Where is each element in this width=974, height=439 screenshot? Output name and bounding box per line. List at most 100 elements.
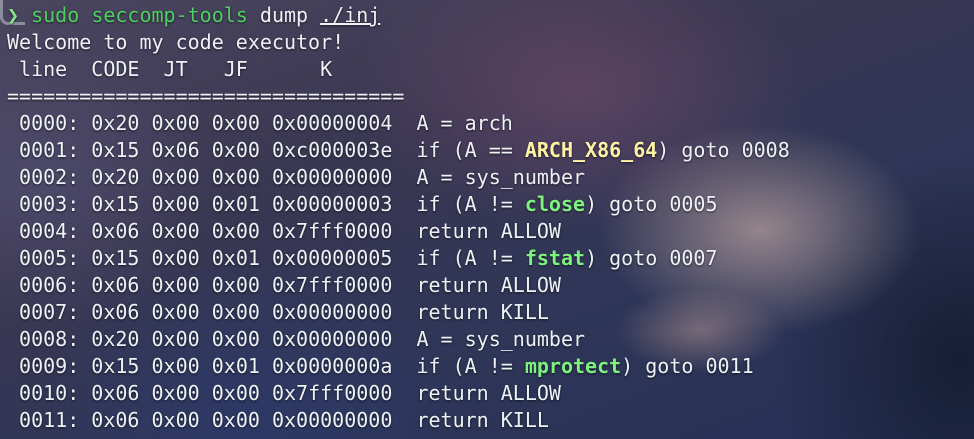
instruction-address: 0003: [7,192,80,216]
instruction-code: 0x06 [91,300,140,324]
instruction-address: 0004: [7,219,80,243]
instruction-jf: 0x00 [211,273,260,297]
instruction-address: 0011: [7,408,80,432]
tool-command: seccomp-tools [91,3,248,27]
instruction-description: return ALLOW [416,273,561,297]
instruction-k: 0x00000003 [271,192,393,216]
instruction-k: 0x00000000 [271,300,393,324]
instruction-k: 0x00000000 [271,408,393,432]
instruction-jt: 0x00 [151,165,200,189]
instruction-jf: 0x01 [211,192,260,216]
terminal-window[interactable]: ❯ sudo seccomp-tools dump ./inj Welcome … [0,0,974,439]
instruction-description: if (A != [416,354,525,378]
instruction-jf: 0x00 [211,408,260,432]
instruction-jt: 0x00 [151,111,200,135]
instruction-address: 0000: [7,111,80,135]
instruction-code: 0x15 [91,246,140,270]
instruction-jf: 0x00 [211,111,260,135]
welcome-message: Welcome to my code executor! [7,30,345,54]
prompt-arrow-icon: ❯ [7,3,20,27]
instruction-jump: ) goto 0008 [657,138,790,162]
instruction-jf: 0x00 [211,381,260,405]
instruction-k: 0x7fff0000 [271,273,393,297]
instruction-k: 0x00000000 [271,165,393,189]
instruction-code: 0x20 [91,165,140,189]
instruction-description: if (A != [416,192,525,216]
instruction-address: 0005: [7,246,80,270]
instruction-description: if (A == [416,138,525,162]
instruction-jump: ) goto 0011 [621,354,754,378]
table-header: line CODE JT JF K [7,57,333,81]
bpf-instruction-row: 0010: 0x06 0x00 0x00 0x7fff0000 return A… [7,380,561,407]
subcommand: dump [259,3,309,27]
instruction-address: 0006: [7,273,80,297]
instruction-jt: 0x06 [151,138,200,162]
instruction-address: 0009: [7,354,80,378]
syscall-name: close [524,192,586,216]
instruction-jt: 0x00 [151,408,200,432]
target-path-link[interactable]: ./inj [320,3,380,27]
instruction-description: A = sys_number [416,165,586,189]
instruction-jt: 0x00 [151,300,200,324]
instruction-jt: 0x00 [151,354,200,378]
syscall-name: mprotect [524,354,622,378]
instruction-description: return KILL [416,300,549,324]
instruction-address: 0001: [7,138,80,162]
bpf-instruction-row: 0007: 0x06 0x00 0x00 0x00000000 return K… [7,299,549,326]
instruction-address: 0010: [7,381,80,405]
bpf-instruction-row: 0000: 0x20 0x00 0x00 0x00000004 A = arch [7,110,513,137]
bpf-instruction-row: 0004: 0x06 0x00 0x00 0x7fff0000 return A… [7,218,561,245]
bpf-instruction-row: 0011: 0x06 0x00 0x00 0x00000000 return K… [7,407,549,434]
arch-constant: ARCH_X86_64 [524,138,658,162]
instruction-description: return ALLOW [416,381,561,405]
instruction-jt: 0x00 [151,273,200,297]
instruction-code: 0x06 [91,381,140,405]
instruction-jt: 0x00 [151,219,200,243]
instruction-jump: ) goto 0005 [585,192,718,216]
instruction-code: 0x06 [91,408,140,432]
instruction-description: A = arch [416,111,513,135]
instruction-address: 0008: [7,327,80,351]
bpf-instruction-row: 0002: 0x20 0x00 0x00 0x00000000 A = sys_… [7,164,585,191]
instruction-k: 0x00000000 [271,327,393,351]
instruction-k: 0x7fff0000 [271,381,393,405]
instruction-code: 0x20 [91,327,140,351]
instruction-code: 0x15 [91,354,140,378]
bpf-instruction-row: 0001: 0x15 0x06 0x00 0xc000003e if (A ==… [7,137,790,164]
instruction-code: 0x06 [91,219,140,243]
bpf-instruction-row: 0005: 0x15 0x00 0x01 0x00000005 if (A !=… [7,245,718,272]
bpf-instruction-row: 0003: 0x15 0x00 0x01 0x00000003 if (A !=… [7,191,718,218]
instruction-jump: ) goto 0007 [585,246,718,270]
instruction-description: A = sys_number [416,327,586,351]
table-separator: ================================= [7,84,405,108]
instruction-jt: 0x00 [151,192,200,216]
instruction-k: 0x00000005 [271,246,393,270]
instruction-code: 0x06 [91,273,140,297]
bpf-instruction-row: 0009: 0x15 0x00 0x01 0x0000000a if (A !=… [7,353,754,380]
sudo-command: sudo [31,3,80,27]
instruction-jf: 0x00 [211,327,260,351]
instruction-code: 0x15 [91,192,140,216]
instruction-description: return KILL [416,408,549,432]
bpf-instruction-row: 0008: 0x20 0x00 0x00 0x00000000 A = sys_… [7,326,585,353]
instruction-k: 0x00000004 [271,111,393,135]
instruction-jf: 0x00 [211,165,260,189]
bpf-instruction-row: 0006: 0x06 0x00 0x00 0x7fff0000 return A… [7,272,561,299]
instruction-jt: 0x00 [151,246,200,270]
instruction-description: return ALLOW [416,219,561,243]
command-line: ❯ sudo seccomp-tools dump ./inj [7,2,380,29]
instruction-code: 0x15 [91,138,140,162]
instruction-description: if (A != [416,246,525,270]
instruction-k: 0xc000003e [271,138,393,162]
instruction-k: 0x0000000a [271,354,393,378]
instruction-jt: 0x00 [151,327,200,351]
instruction-jf: 0x01 [211,246,260,270]
instruction-jf: 0x00 [211,138,260,162]
instruction-code: 0x20 [91,111,140,135]
instruction-jt: 0x00 [151,381,200,405]
instruction-jf: 0x00 [211,219,260,243]
instruction-address: 0002: [7,165,80,189]
instruction-address: 0007: [7,300,80,324]
instruction-k: 0x7fff0000 [271,219,393,243]
syscall-name: fstat [524,246,586,270]
